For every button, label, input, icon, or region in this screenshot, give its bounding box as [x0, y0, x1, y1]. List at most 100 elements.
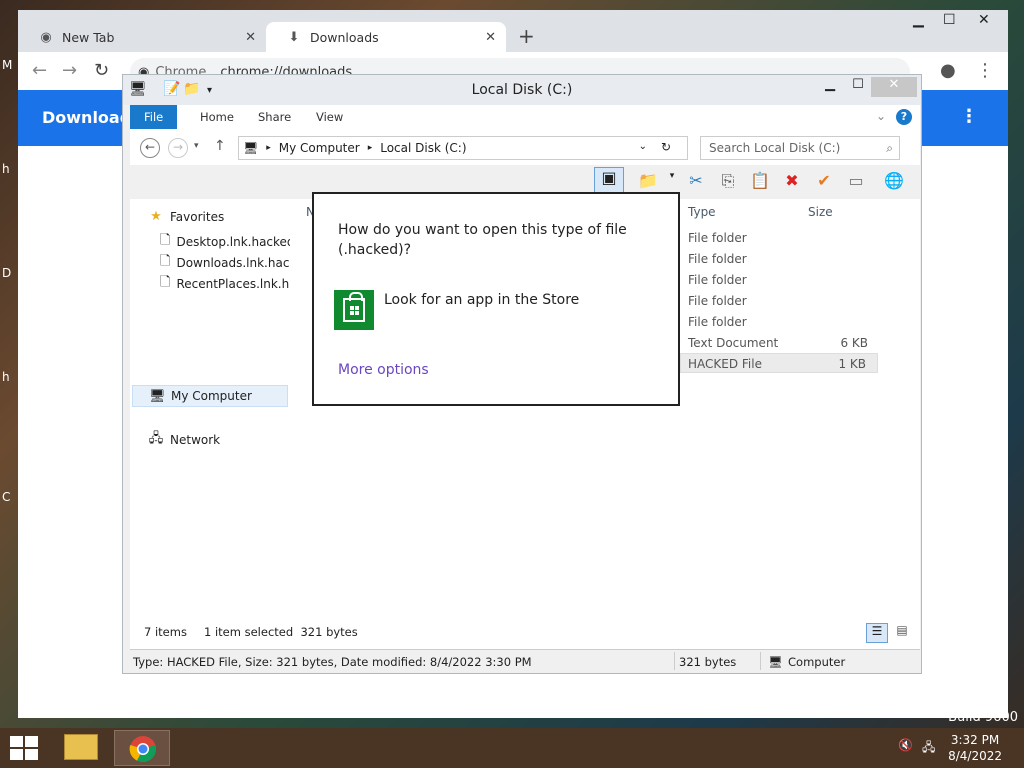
- chevron-down-icon[interactable]: ▾: [194, 141, 199, 151]
- table-row[interactable]: File folder: [680, 290, 880, 310]
- search-input[interactable]: Search Local Disk (C:) ⌕: [700, 136, 900, 160]
- nav-label: RecentPlaces.lnk.hacked: [176, 277, 290, 291]
- new-tab-button[interactable]: +: [518, 24, 535, 48]
- tab-new-tab[interactable]: ◉ New Tab ✕: [18, 22, 266, 52]
- back-icon[interactable]: ←: [140, 138, 160, 158]
- row-type: HACKED File: [688, 357, 762, 371]
- folder-icon: [64, 734, 98, 760]
- store-option[interactable]: Look for an app in the Store: [384, 292, 579, 308]
- avatar[interactable]: ●: [940, 60, 956, 81]
- globe-icon[interactable]: 🌐: [882, 171, 906, 193]
- close-icon[interactable]: ✕: [871, 77, 917, 97]
- details-view-icon[interactable]: ☰: [866, 623, 888, 643]
- delete-icon[interactable]: ✖: [780, 171, 804, 193]
- kebab-menu-icon[interactable]: ⋮: [960, 106, 978, 127]
- network-icon[interactable]: 🖧: [922, 738, 935, 759]
- kebab-menu-icon[interactable]: ⋮: [976, 60, 994, 81]
- minimize-icon[interactable]: ▁: [913, 12, 924, 28]
- table-row-selected[interactable]: HACKED File 1 KB: [680, 353, 878, 373]
- download-icon: ⬇: [288, 29, 300, 45]
- desktop-icon-label[interactable]: h: [2, 162, 10, 176]
- chevron-down-icon[interactable]: ▾: [660, 171, 684, 193]
- tab-view[interactable]: View: [302, 105, 357, 129]
- nav-network[interactable]: 🖧 Network: [148, 429, 220, 451]
- back-icon[interactable]: ←: [32, 60, 47, 81]
- help-icon[interactable]: ?: [896, 109, 912, 125]
- taskbar-chrome[interactable]: [114, 730, 170, 766]
- file-size: 321 bytes: [679, 655, 737, 669]
- chevron-down-icon[interactable]: ⌄: [876, 109, 886, 123]
- forward-icon[interactable]: →: [62, 60, 77, 81]
- up-arrow-icon[interactable]: ↑: [214, 138, 226, 154]
- computer-icon: 🖥: [243, 141, 259, 155]
- taskbar-file-explorer[interactable]: [56, 730, 112, 766]
- preview-pane-icon[interactable]: ▣: [594, 167, 624, 195]
- close-icon[interactable]: ✕: [978, 12, 990, 28]
- nav-label: Desktop.lnk.hacked: [176, 235, 290, 249]
- row-type: File folder: [688, 252, 747, 266]
- explorer-title-bar: 🖥 📝 📁 ▾ Local Disk (C:) ▁ ☐ ✕: [123, 75, 921, 105]
- tab-file[interactable]: File: [130, 105, 178, 129]
- chevron-right-icon[interactable]: ▸: [368, 143, 373, 153]
- large-icons-view-icon[interactable]: ▤: [892, 623, 912, 643]
- clock[interactable]: 3:32 PM 8/4/2022: [948, 732, 1002, 764]
- breadcrumb-my-computer[interactable]: My Computer: [279, 141, 360, 155]
- desktop-icon-label[interactable]: D: [2, 266, 11, 280]
- cut-icon[interactable]: ✂: [684, 171, 708, 193]
- maximize-icon[interactable]: ☐: [943, 12, 956, 28]
- table-row[interactable]: File folder: [680, 248, 880, 268]
- nav-label: Network: [170, 433, 221, 447]
- tab-downloads[interactable]: ⬇ Downloads ✕: [266, 22, 506, 52]
- row-type: Text Document: [688, 336, 779, 350]
- nav-favorite-item[interactable]: 🗋 RecentPlaces.lnk.hacked: [160, 273, 290, 295]
- dialog-question: How do you want to open this type of fil…: [338, 222, 627, 258]
- table-row[interactable]: Text Document 6 KB: [680, 332, 880, 352]
- star-icon: ★: [150, 209, 162, 224]
- taskbar: 🔇 🖧 3:32 PM 8/4/2022: [0, 728, 1024, 768]
- column-type[interactable]: Type: [688, 205, 716, 219]
- maximize-icon[interactable]: ☐: [843, 77, 873, 97]
- file-icon: 🗋: [160, 233, 171, 248]
- check-icon[interactable]: ✔: [812, 171, 836, 193]
- item-count: 7 items: [144, 625, 187, 639]
- desktop-icon-label[interactable]: h: [2, 370, 10, 384]
- clock-time: 3:32 PM: [950, 733, 1000, 747]
- nav-my-computer[interactable]: 🖥 My Computer: [132, 385, 288, 407]
- copy-icon[interactable]: ⎘: [716, 171, 740, 193]
- window-title: Local Disk (C:): [471, 82, 573, 98]
- forward-icon[interactable]: →: [168, 138, 188, 158]
- tab-label: Downloads: [310, 29, 379, 45]
- rename-icon[interactable]: ▭: [844, 171, 868, 193]
- close-icon[interactable]: ✕: [245, 30, 256, 45]
- ribbon-tabs: File Home Share View ⌄ ?: [130, 105, 920, 129]
- tab-home[interactable]: Home: [186, 105, 248, 129]
- nav-favorite-item[interactable]: 🗋 Desktop.lnk.hacked: [160, 231, 290, 253]
- desktop-icon-label[interactable]: M: [2, 58, 12, 72]
- nav-favorites[interactable]: ★ Favorites: [148, 209, 224, 224]
- address-bar[interactable]: 🖥 ▸ My Computer ▸ Local Disk (C:) ⌄ ↻: [238, 136, 688, 160]
- reload-icon[interactable]: ↻: [94, 60, 109, 81]
- table-row[interactable]: File folder: [680, 311, 880, 331]
- tab-share[interactable]: Share: [244, 105, 305, 129]
- start-button[interactable]: [10, 736, 38, 760]
- volume-muted-icon[interactable]: 🔇: [898, 738, 913, 752]
- desktop-icon-label[interactable]: C: [2, 490, 10, 504]
- table-row[interactable]: File folder: [680, 269, 880, 289]
- minimize-icon[interactable]: ▁: [815, 77, 845, 97]
- folder-options-icon[interactable]: 📁: [636, 171, 660, 193]
- paste-icon[interactable]: 📋: [748, 171, 772, 193]
- row-size: 1 KB: [838, 357, 866, 371]
- refresh-icon[interactable]: ↻: [661, 140, 671, 154]
- file-icon: 🗋: [160, 254, 171, 269]
- more-options-link[interactable]: More options: [338, 362, 429, 378]
- table-row[interactable]: File folder: [680, 227, 880, 247]
- shopping-bag-icon: [343, 292, 365, 322]
- computer-icon: 🖥: [149, 388, 166, 404]
- close-icon[interactable]: ✕: [485, 30, 496, 45]
- store-icon[interactable]: [334, 290, 374, 330]
- chevron-right-icon[interactable]: ▸: [266, 143, 271, 153]
- chevron-down-icon[interactable]: ⌄: [639, 141, 647, 152]
- nav-favorite-item[interactable]: 🗋 Downloads.lnk.hacked: [160, 252, 290, 274]
- column-size[interactable]: Size: [808, 205, 833, 219]
- breadcrumb-local-disk[interactable]: Local Disk (C:): [380, 141, 466, 155]
